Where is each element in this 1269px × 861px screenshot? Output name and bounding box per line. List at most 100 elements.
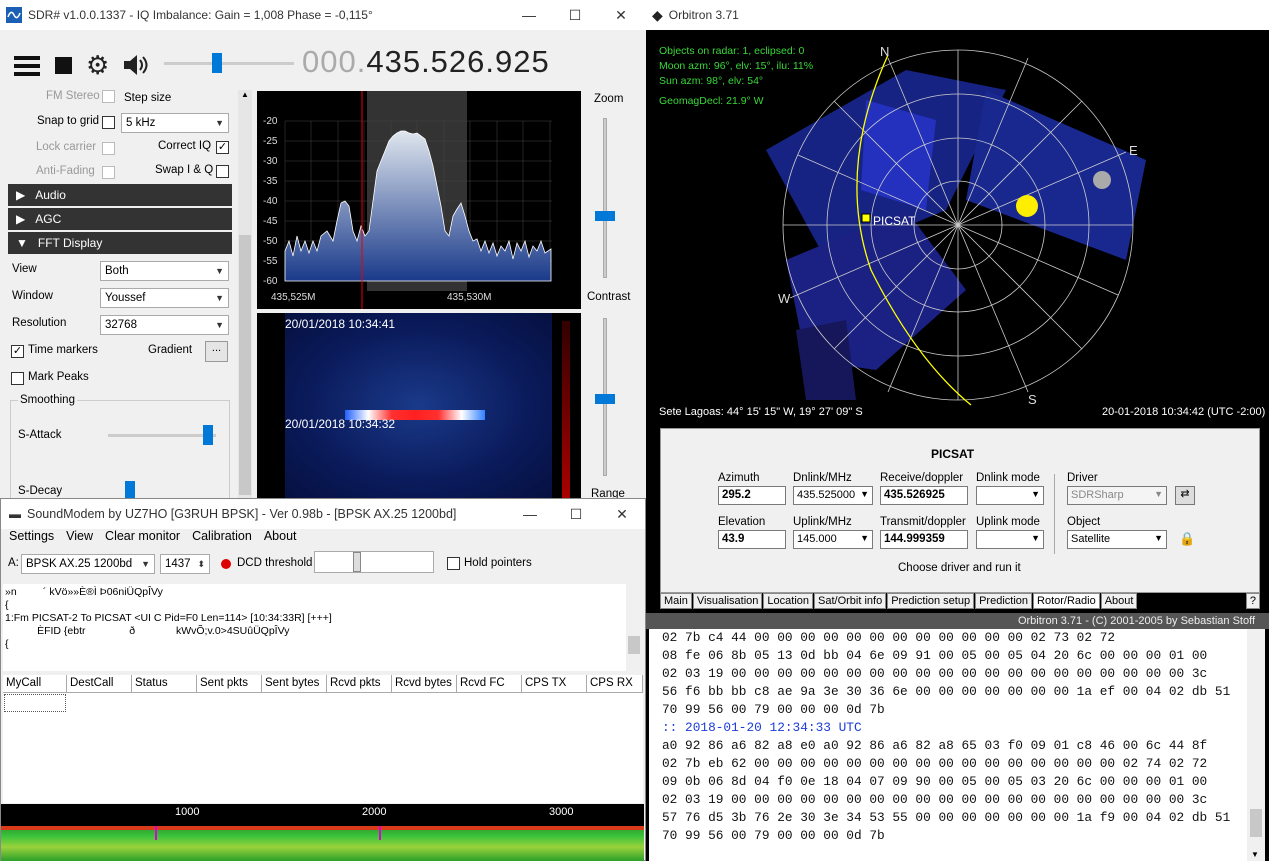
driver-run-icon[interactable]: ⇄ — [1175, 486, 1195, 505]
menu-icon[interactable] — [14, 56, 40, 79]
tuning-marker[interactable] — [379, 826, 381, 840]
column-header[interactable]: DestCall — [67, 675, 132, 693]
dnlink-mode-select[interactable]: ▼ — [976, 486, 1044, 505]
gradient-button[interactable]: ... — [205, 341, 228, 362]
menu-settings[interactable]: Settings — [9, 529, 54, 543]
snap-to-grid-checkbox[interactable] — [102, 116, 115, 129]
sm-minimize-button[interactable]: — — [507, 499, 553, 529]
frequency-leading: 000. — [302, 44, 367, 79]
tab-visualisation[interactable]: Visualisation — [692, 593, 763, 609]
help-button[interactable]: ? — [1245, 593, 1260, 609]
transmit-field[interactable]: 144.999359 — [880, 530, 968, 549]
speaker-icon[interactable] — [122, 54, 148, 79]
mark-peaks-checkbox[interactable] — [11, 372, 24, 385]
gear-icon[interactable]: ⚙ — [86, 52, 109, 78]
object-select[interactable]: Satellite ▼ — [1067, 530, 1167, 549]
menu-clear-monitor[interactable]: Clear monitor — [105, 529, 180, 543]
sdr-close-button[interactable]: ✕ — [598, 0, 644, 30]
panel-scroll-thumb[interactable] — [239, 235, 251, 495]
anti-fading-checkbox[interactable] — [102, 166, 115, 179]
tab-location[interactable]: Location — [763, 593, 813, 609]
dcd-slider-thumb[interactable] — [353, 552, 361, 572]
s-attack-slider[interactable] — [108, 434, 216, 437]
tab-sat-orbit-info[interactable]: Sat/Orbit info — [814, 593, 887, 609]
time-markers-checkbox[interactable]: ✓ — [11, 345, 24, 358]
tab-about[interactable]: About — [1100, 593, 1138, 609]
section-fft-display[interactable]: ▼ FFT Display — [8, 232, 232, 254]
step-size-select[interactable]: 5 kHz ▼ — [121, 113, 229, 133]
tab-main[interactable]: Main — [660, 593, 692, 609]
hold-pointers-checkbox[interactable] — [447, 557, 460, 570]
monitor-scrollbar[interactable] — [626, 584, 642, 671]
column-header[interactable]: Rcvd FC — [457, 675, 522, 693]
sm-maximize-button[interactable]: ☐ — [553, 499, 599, 529]
driver-select[interactable]: SDRSharp ▼ — [1067, 486, 1167, 505]
lock-icon[interactable]: 🔒 — [1179, 531, 1195, 547]
swap-iq-checkbox[interactable] — [216, 165, 229, 178]
zoom-slider[interactable] — [603, 118, 607, 278]
tab-prediction[interactable]: Prediction — [975, 593, 1033, 609]
spectrum-view[interactable]: -20 -25 -30 -35 -40 -45 -50 -55 -60 435,… — [257, 91, 581, 309]
column-header[interactable]: Status — [132, 675, 197, 693]
mode-select[interactable]: BPSK AX.25 1200bd ▼ — [21, 554, 155, 574]
table-row[interactable] — [4, 694, 66, 712]
hex-scrollbar[interactable]: ▼ — [1247, 629, 1265, 861]
menu-calibration[interactable]: Calibration — [192, 529, 252, 543]
tuning-marker[interactable] — [155, 826, 157, 840]
correct-iq-checkbox[interactable]: ✓ — [216, 141, 229, 154]
stats-table-header: MyCall DestCall Status Sent pkts Sent bytes R… — [3, 675, 643, 693]
column-header[interactable]: MyCall — [3, 675, 67, 693]
view-select[interactable]: Both ▼ — [100, 261, 229, 281]
scroll-down-icon[interactable]: ▼ — [1251, 850, 1259, 859]
hex-scroll-thumb[interactable] — [1250, 809, 1262, 837]
s-decay-thumb[interactable] — [125, 481, 135, 498]
resolution-select[interactable]: 32768 ▼ — [100, 315, 229, 335]
menu-view[interactable]: View — [66, 529, 93, 543]
radar-view[interactable]: N E S W PICSAT — [646, 30, 1269, 428]
section-audio[interactable]: ▶ Audio — [8, 184, 232, 206]
azimuth-field[interactable]: 295.2 — [718, 486, 786, 505]
chevron-down-icon: ▼ — [860, 489, 869, 499]
contrast-thumb[interactable] — [595, 394, 615, 404]
tab-rotor-radio[interactable]: Rotor/Radio — [1033, 593, 1100, 609]
stop-icon[interactable] — [55, 57, 72, 74]
uplink-value: 145.000 — [797, 533, 837, 545]
monitor-scroll-thumb[interactable] — [628, 636, 640, 654]
fm-stereo-checkbox[interactable] — [102, 90, 115, 103]
satellite-label[interactable]: PICSAT — [873, 214, 916, 228]
waterfall-view[interactable]: 20/01/2018 10:34:41 20/01/2018 10:34:32 — [257, 313, 581, 499]
column-header[interactable]: Rcvd bytes — [392, 675, 457, 693]
column-header[interactable]: Sent bytes — [262, 675, 327, 693]
mode-value: BPSK AX.25 1200bd — [26, 558, 133, 570]
section-agc[interactable]: ▶ AGC — [8, 208, 232, 230]
packet-hex-log[interactable]: 02 7b c4 44 00 00 00 00 00 00 00 00 00 0… — [649, 629, 1247, 861]
column-header[interactable]: Rcvd pkts — [327, 675, 392, 693]
column-header[interactable]: CPS RX — [587, 675, 643, 693]
sdr-maximize-button[interactable]: ☐ — [552, 0, 598, 30]
audio-waterfall[interactable]: 1000 2000 3000 — [1, 804, 644, 861]
sm-close-button[interactable]: ✕ — [599, 499, 645, 529]
panel-scrollbar[interactable]: ▲ — [238, 90, 252, 498]
zoom-thumb[interactable] — [595, 211, 615, 221]
column-header[interactable]: Sent pkts — [197, 675, 262, 693]
dnlink-select[interactable]: 435.525000 ▼ — [793, 486, 873, 505]
freq-spinner[interactable]: 1437 ⬍ — [160, 554, 210, 574]
uplink-select[interactable]: 145.000 ▼ — [793, 530, 873, 549]
uplink-mode-select[interactable]: ▼ — [976, 530, 1044, 549]
volume-thumb[interactable] — [212, 53, 222, 73]
monitor-text[interactable]: »n ´ kVö»»È®Ì Þ06niÜQpÎVy{1:Fm PICSAT-2 … — [3, 584, 626, 671]
waterfall-tick: 2000 — [362, 806, 387, 818]
window-select[interactable]: Youssef ▼ — [100, 288, 229, 308]
receive-field[interactable]: 435.526925 — [880, 486, 968, 505]
column-header[interactable]: CPS TX — [522, 675, 587, 693]
dcd-slider[interactable] — [314, 551, 434, 573]
frequency-display[interactable]: 000.435.526.925 — [302, 44, 550, 80]
elevation-field[interactable]: 43.9 — [718, 530, 786, 549]
s-attack-thumb[interactable] — [203, 425, 213, 445]
sdr-minimize-button[interactable]: — — [506, 0, 552, 30]
scroll-up-icon[interactable]: ▲ — [241, 90, 249, 99]
lock-carrier-checkbox[interactable] — [102, 142, 115, 155]
tab-prediction-setup[interactable]: Prediction setup — [887, 593, 975, 609]
volume-slider[interactable] — [164, 62, 294, 65]
menu-about[interactable]: About — [264, 529, 297, 543]
